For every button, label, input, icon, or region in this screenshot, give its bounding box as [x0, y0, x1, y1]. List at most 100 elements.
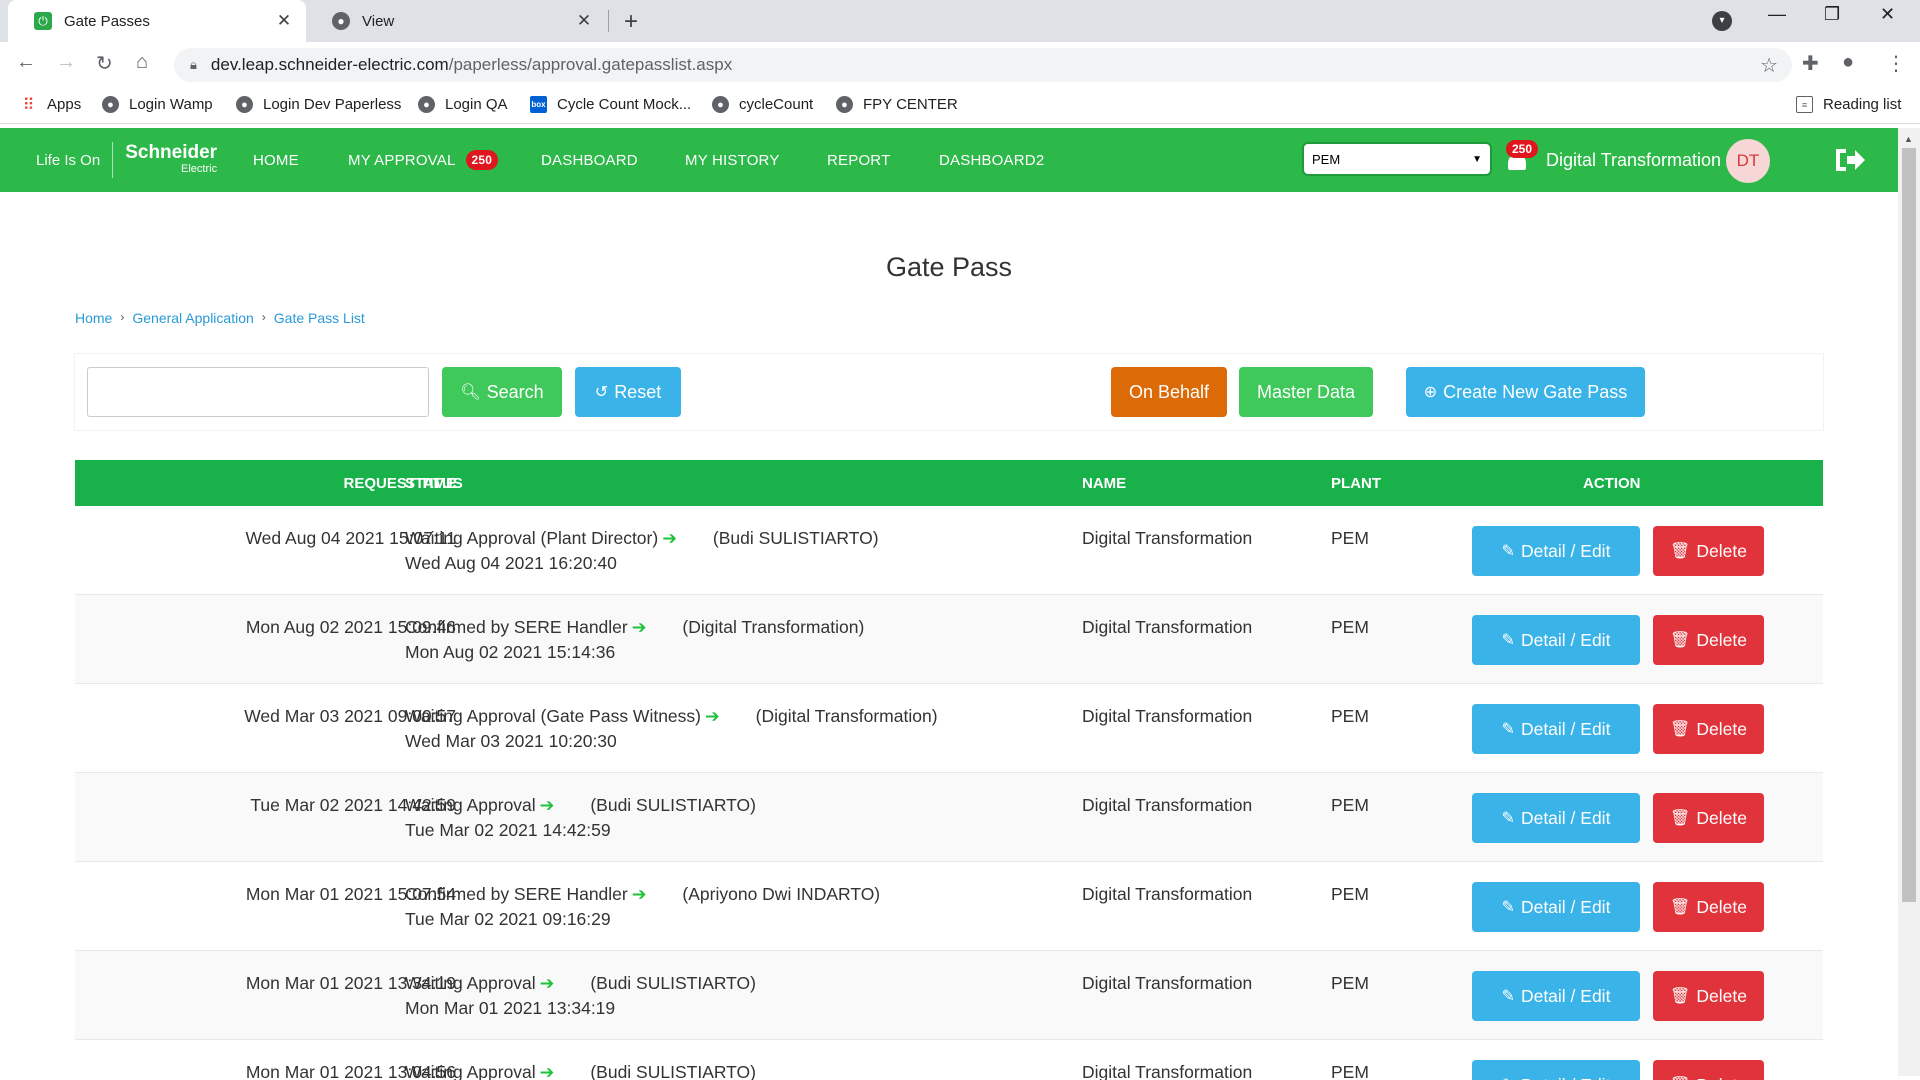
home-icon[interactable]: ⌂	[136, 51, 148, 74]
delete-button[interactable]: 🗑︎ Delete	[1653, 704, 1764, 754]
breadcrumb: Home › General Application › Gate Pass L…	[75, 310, 365, 326]
tab-search-icon[interactable]: ▾	[1712, 11, 1732, 31]
breadcrumb-gate-pass-list[interactable]: Gate Pass List	[274, 310, 365, 326]
bookmark-login-wamp[interactable]: ● Login Wamp	[102, 96, 213, 113]
notification-badge: 250	[1506, 140, 1539, 158]
delete-button[interactable]: 🗑︎ Delete	[1653, 971, 1764, 1021]
logout-icon[interactable]	[1834, 146, 1866, 174]
scrollbar-thumb[interactable]	[1902, 148, 1916, 902]
approval-count-badge: 250	[465, 150, 499, 170]
detail-edit-button[interactable]: ✎ Detail / Edit	[1472, 526, 1640, 576]
breadcrumb-general-application[interactable]: General Application	[132, 310, 253, 326]
breadcrumb-home[interactable]: Home	[75, 310, 112, 326]
menu-kebab-icon[interactable]: ⋮	[1886, 51, 1906, 76]
detail-edit-button[interactable]: ✎ Detail / Edit	[1472, 971, 1640, 1021]
header-name[interactable]: NAME	[1082, 475, 1126, 492]
name-cell: Digital Transformation	[1082, 973, 1253, 993]
nav-my-approval[interactable]: MY APPROVAL 250	[348, 128, 499, 192]
nav-report[interactable]: REPORT	[827, 128, 890, 192]
status-text: Confirmed by SERE Handler	[405, 617, 628, 637]
delete-button[interactable]: 🗑︎ Delete	[1653, 615, 1764, 665]
bookmark-login-qa[interactable]: ● Login QA	[418, 96, 508, 113]
tab-gate-passes[interactable]: ⏻ Gate Passes ✕	[8, 0, 306, 42]
header-plant[interactable]: PLANT	[1331, 475, 1381, 492]
user-name[interactable]: Digital Transformation	[1546, 128, 1721, 192]
reload-icon[interactable]: ↻	[96, 51, 113, 76]
tab-view[interactable]: ● View ✕	[306, 0, 606, 42]
window-close-icon[interactable]: ✕	[1880, 4, 1895, 25]
nav-my-history[interactable]: MY HISTORY	[685, 128, 780, 192]
brand-divider	[112, 142, 114, 178]
delete-button[interactable]: 🗑︎ Delete	[1653, 526, 1764, 576]
bookmark-star-icon[interactable]: ☆	[1760, 53, 1778, 78]
edit-icon: ✎	[1501, 543, 1515, 560]
status-text: Waiting Approval	[405, 973, 536, 993]
detail-edit-button[interactable]: ✎ Detail / Edit	[1472, 1060, 1640, 1080]
globe-icon: ●	[836, 96, 853, 113]
delete-button[interactable]: 🗑︎ Delete	[1653, 882, 1764, 932]
scroll-up-icon[interactable]: ▲	[1904, 134, 1913, 144]
arrow-right-icon: ➔	[631, 617, 647, 637]
lock-icon[interactable]: 🔒︎	[190, 57, 197, 73]
nav-label: DASHBOARD2	[939, 151, 1045, 169]
bookmark-cyclecount[interactable]: ● cycleCount	[712, 96, 813, 113]
nav-dashboard[interactable]: DASHBOARD	[541, 128, 638, 192]
create-gate-pass-button[interactable]: ⊕ Create New Gate Pass	[1406, 367, 1645, 417]
trash-icon: 🗑︎	[1670, 810, 1691, 827]
page-scrollbar[interactable]: ▲	[1898, 128, 1920, 1076]
avatar[interactable]: DT	[1726, 139, 1770, 183]
nav-dashboard2[interactable]: DASHBOARD2	[939, 128, 1044, 192]
detail-edit-button[interactable]: ✎ Detail / Edit	[1472, 882, 1640, 932]
detail-edit-button[interactable]: ✎ Detail / Edit	[1472, 615, 1640, 665]
bookmark-label: Cycle Count Mock...	[557, 96, 692, 113]
status-time: Mon Mar 01 2021 13:34:19	[405, 998, 616, 1018]
approver-name: (Budi SULISTIARTO)	[590, 973, 756, 993]
plant-select[interactable]: PEM ▼	[1302, 142, 1492, 176]
chevron-right-icon: ›	[261, 310, 266, 324]
new-tab-icon[interactable]: +	[624, 8, 638, 36]
reset-button[interactable]: ↺ Reset	[575, 367, 681, 417]
detail-edit-label: Detail / Edit	[1520, 540, 1611, 561]
reading-list[interactable]: ≡ Reading list	[1796, 96, 1901, 113]
detail-edit-button[interactable]: ✎ Detail / Edit	[1472, 793, 1640, 843]
search-button[interactable]: 🔍︎ Search	[442, 367, 562, 417]
nav-label: MY HISTORY	[685, 151, 780, 169]
profile-icon[interactable]: ●	[1842, 51, 1854, 74]
delete-button[interactable]: 🗑︎ Delete	[1653, 1060, 1764, 1080]
close-icon[interactable]: ✕	[572, 11, 596, 31]
on-behalf-button[interactable]: On Behalf	[1111, 367, 1227, 417]
nav-home[interactable]: HOME	[253, 128, 299, 192]
bookmark-apps[interactable]: ⠿ Apps	[20, 96, 82, 114]
brand-logo[interactable]: Life Is On Schneider Electric	[36, 128, 217, 192]
name-cell: Digital Transformation	[1082, 706, 1253, 726]
trash-icon: 🗑︎	[1670, 543, 1691, 560]
back-icon[interactable]: ←	[16, 51, 36, 74]
delete-button[interactable]: 🗑︎ Delete	[1653, 793, 1764, 843]
status-cell: Confirmed by SERE Handler ➔ (Digital Trans…	[405, 617, 864, 638]
minimize-icon[interactable]: —	[1768, 4, 1786, 25]
create-gate-pass-label: Create New Gate Pass	[1443, 381, 1628, 402]
bookmark-login-dev-paperless[interactable]: ● Login Dev Paperless	[236, 96, 401, 113]
delete-label: Delete	[1696, 1075, 1747, 1080]
address-bar[interactable]: 🔒︎ dev.leap.schneider-electric.com/paper…	[174, 48, 1792, 82]
extensions-icon[interactable]: ✚	[1802, 51, 1819, 76]
chevron-down-icon: ▼	[1472, 153, 1482, 165]
table-row: Mon Aug 02 2021 15:09:46 Confirmed by SER…	[75, 595, 1823, 684]
detail-edit-button[interactable]: ✎ Detail / Edit	[1472, 704, 1640, 754]
tab-title: View	[362, 12, 395, 30]
forward-icon[interactable]: →	[56, 51, 76, 74]
globe-icon: ●	[102, 96, 119, 113]
notification-bell[interactable]: 250	[1506, 140, 1539, 172]
brand-text: Schneider	[125, 142, 218, 163]
url-text: dev.leap.schneider-electric.com/paperles…	[211, 55, 732, 75]
search-input[interactable]	[87, 367, 429, 417]
name-cell: Digital Transformation	[1082, 795, 1253, 815]
nav-label: HOME	[253, 151, 299, 169]
header-status[interactable]: STATUS	[405, 475, 463, 492]
bookmark-cycle-count-mock[interactable]: box Cycle Count Mock...	[530, 96, 691, 113]
master-data-button[interactable]: Master Data	[1239, 367, 1373, 417]
approver-name: (Digital Transformation)	[755, 706, 938, 726]
maximize-icon[interactable]: ❐	[1824, 4, 1840, 25]
bookmark-fpy-center[interactable]: ● FPY CENTER	[836, 96, 958, 113]
close-icon[interactable]: ✕	[272, 11, 296, 31]
